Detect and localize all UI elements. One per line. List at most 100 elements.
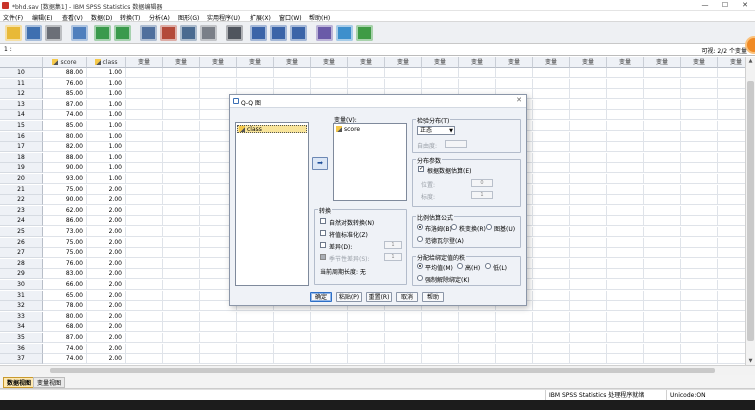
cell-class[interactable]: 2.00 [87,248,126,259]
cell-empty[interactable] [126,280,163,290]
column-header[interactable]: 变量 [274,57,311,68]
cell-class[interactable]: 1.00 [87,131,126,142]
row-number[interactable]: 26 [0,237,43,248]
difference-input[interactable]: 1 [384,241,402,249]
row-number[interactable]: 37 [0,354,43,365]
cell-empty[interactable] [533,195,570,206]
menu-transform[interactable]: 转换(T) [120,13,140,22]
cell-empty[interactable] [422,68,459,78]
cell-empty[interactable] [570,142,607,153]
column-header[interactable]: class [87,57,126,68]
help-button[interactable]: 帮助 [422,292,444,302]
cell-empty[interactable] [348,78,385,89]
cell-empty[interactable] [163,269,200,280]
cell-empty[interactable] [570,269,607,280]
cell-empty[interactable] [163,205,200,216]
cell-class[interactable]: 2.00 [87,280,126,290]
cell-empty[interactable] [126,311,163,322]
cell-empty[interactable] [644,89,681,100]
cell-empty[interactable] [496,68,533,78]
close-window-button[interactable]: ✕ [735,0,755,11]
cell-empty[interactable] [681,99,718,110]
cell-empty[interactable] [459,333,496,343]
cell-score[interactable]: 90.00 [43,163,87,174]
cell-class[interactable]: 1.00 [87,110,126,121]
estimate-from-data-checkbox[interactable] [418,165,424,172]
row-number[interactable]: 36 [0,343,43,354]
cell-empty[interactable] [718,344,745,354]
cell-empty[interactable] [422,343,459,354]
cell-score[interactable]: 75.00 [43,248,87,259]
variables-icon[interactable] [180,25,197,41]
cell-empty[interactable] [533,152,570,163]
cell-empty[interactable] [496,78,533,89]
ok-button[interactable]: 确定 [310,292,332,302]
row-number[interactable]: 11 [0,78,43,89]
cell-empty[interactable] [126,68,163,78]
cell-empty[interactable] [681,68,718,78]
cell-class[interactable]: 1.00 [87,121,126,131]
save-icon[interactable] [25,25,42,41]
cell-score[interactable]: 86.00 [43,216,87,227]
minimize-button[interactable]: — [695,0,715,11]
cell-score[interactable]: 74.00 [43,343,87,354]
cell-empty[interactable] [237,78,274,89]
row-number[interactable]: 13 [0,99,43,110]
cell-empty[interactable] [570,68,607,78]
value-labels-icon[interactable] [316,25,333,41]
show-all-variables-icon[interactable] [356,25,373,41]
cell-empty[interactable] [385,311,422,322]
cell-empty[interactable] [163,333,200,343]
cell-empty[interactable] [718,301,745,312]
cell-score[interactable]: 75.00 [43,237,87,248]
menu-view[interactable]: 查看(V) [62,13,83,22]
grid-corner[interactable] [0,57,43,68]
cell-empty[interactable] [311,343,348,354]
cell-empty[interactable] [718,333,745,343]
cell-empty[interactable] [570,216,607,227]
cell-score[interactable]: 83.00 [43,269,87,280]
cell-empty[interactable] [385,322,422,333]
ties-break-radio[interactable] [417,275,423,281]
cell-empty[interactable] [718,259,745,269]
cell-class[interactable]: 1.00 [87,99,126,110]
cancel-button[interactable]: 取消 [396,292,418,302]
cell-empty[interactable] [126,121,163,131]
cell-empty[interactable] [163,311,200,322]
cell-empty[interactable] [570,184,607,195]
tab-variable-view[interactable]: 变量视图 [33,377,66,388]
cell-empty[interactable] [718,153,745,163]
cell-empty[interactable] [644,110,681,121]
cell-empty[interactable] [533,311,570,322]
cell-empty[interactable] [718,100,745,110]
cell-empty[interactable] [348,354,385,365]
cell-empty[interactable] [533,280,570,290]
cell-empty[interactable] [126,322,163,333]
cell-empty[interactable] [533,227,570,237]
cell-empty[interactable] [570,163,607,174]
list-item[interactable]: class [237,125,307,133]
cell-empty[interactable] [274,78,311,89]
cell-empty[interactable] [533,99,570,110]
row-number[interactable]: 10 [0,68,43,78]
redo-icon[interactable] [114,25,131,41]
cell-empty[interactable] [385,68,422,78]
cell-empty[interactable] [570,195,607,206]
cell-empty[interactable] [607,131,644,142]
scroll-up-arrow-icon[interactable]: ▲ [746,57,755,65]
cell-empty[interactable] [422,78,459,89]
cell-empty[interactable] [533,248,570,259]
menu-window[interactable]: 窗口(W) [279,13,302,22]
cell-empty[interactable] [533,205,570,216]
cell-empty[interactable] [533,121,570,131]
cell-empty[interactable] [533,163,570,174]
row-number[interactable]: 34 [0,322,43,333]
cell-empty[interactable] [681,280,718,290]
undo-icon[interactable] [94,25,111,41]
cell-empty[interactable] [348,322,385,333]
cell-empty[interactable] [644,174,681,184]
van-der-waerden-radio[interactable] [417,236,423,242]
cell-empty[interactable] [607,152,644,163]
cell-empty[interactable] [533,184,570,195]
cell-empty[interactable] [644,152,681,163]
